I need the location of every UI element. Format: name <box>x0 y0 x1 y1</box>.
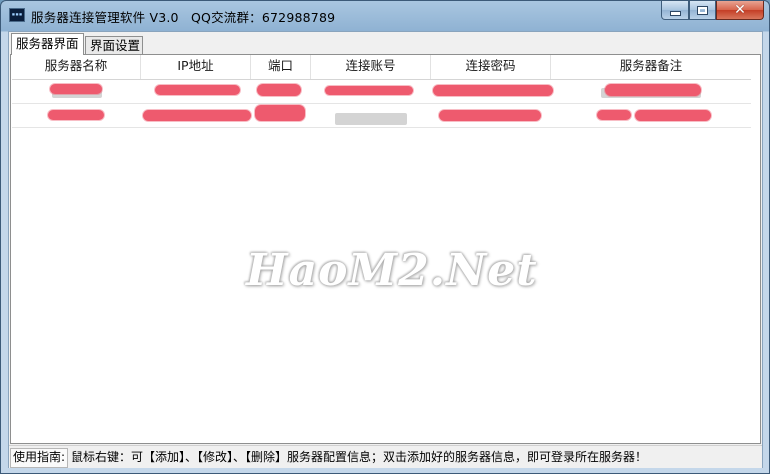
maximize-icon <box>697 5 708 15</box>
app-terminal-icon[interactable]: ▪▪▪ <box>9 8 25 22</box>
window-title: 服务器连接管理软件 V3.0 <box>31 10 179 25</box>
redaction-mark <box>597 110 631 120</box>
redaction-mark <box>635 110 711 121</box>
redaction-mark <box>143 110 251 121</box>
cell-password <box>431 104 551 127</box>
tab-interface-settings[interactable]: 界面设置 <box>85 36 143 54</box>
redaction-mark <box>255 105 305 121</box>
title-bar[interactable]: ▪▪▪ 服务器连接管理软件 V3.0 QQ交流群：672988789 ✕ <box>1 1 769 29</box>
redaction-mark <box>433 85 553 96</box>
cell-port <box>251 80 311 103</box>
tab-server-view[interactable]: 服务器界面 <box>11 33 84 55</box>
server-panel: 服务器名称 IP地址 端口 连接账号 连接密码 服务器备注 HaoM2.Net <box>10 54 761 444</box>
cell-account <box>311 104 431 127</box>
redaction-mark <box>439 110 541 121</box>
status-bar: 使用指南: 鼠标右键：可【添加】、【修改】、【删除】服务器配置信息；双击添加好的… <box>9 445 762 468</box>
table-row[interactable] <box>12 80 751 104</box>
column-header-password[interactable]: 连接密码 <box>431 55 551 79</box>
minimize-icon <box>669 10 681 16</box>
redaction-mark <box>257 84 301 96</box>
close-icon: ✕ <box>734 2 746 18</box>
usage-guide-text: 鼠标右键：可【添加】、【修改】、【删除】服务器配置信息；双击添加好的服务器信息，… <box>71 450 648 464</box>
redaction-mark <box>325 86 413 95</box>
redaction-mark <box>155 85 240 95</box>
server-table[interactable]: 服务器名称 IP地址 端口 连接账号 连接密码 服务器备注 <box>12 55 751 128</box>
maximize-button[interactable] <box>689 1 716 20</box>
app-window: ▪▪▪ 服务器连接管理软件 V3.0 QQ交流群：672988789 ✕ 服务器… <box>0 0 770 474</box>
column-header-port[interactable]: 端口 <box>251 55 311 79</box>
client-area: 服务器界面 界面设置 服务器名称 IP地址 端口 连接账号 连接密码 服务器备注 <box>8 31 763 468</box>
watermark: HaoM2.Net <box>246 245 538 296</box>
redaction-mark <box>605 84 701 96</box>
close-button[interactable]: ✕ <box>716 1 764 20</box>
cell-password <box>431 80 553 103</box>
cell-remark <box>551 80 751 103</box>
minimize-button[interactable] <box>661 1 689 20</box>
table-row[interactable] <box>12 104 751 128</box>
column-header-remark[interactable]: 服务器备注 <box>551 55 751 79</box>
table-header: 服务器名称 IP地址 端口 连接账号 连接密码 服务器备注 <box>12 55 751 80</box>
status-label: 使用指南: <box>10 448 69 468</box>
cell-port <box>251 104 311 127</box>
redaction-mark <box>48 110 104 120</box>
qq-group-info: QQ交流群：672988789 <box>191 10 336 25</box>
cell-remark <box>551 104 751 127</box>
cell-ip <box>141 104 251 127</box>
column-header-account[interactable]: 连接账号 <box>311 55 431 79</box>
cell-ip <box>141 80 251 103</box>
cell-server-name <box>12 104 141 127</box>
column-header-ip[interactable]: IP地址 <box>141 55 251 79</box>
cell-account <box>311 80 431 103</box>
column-header-server-name[interactable]: 服务器名称 <box>12 55 141 79</box>
redaction-mark <box>50 84 102 94</box>
cell-server-name <box>12 80 141 103</box>
